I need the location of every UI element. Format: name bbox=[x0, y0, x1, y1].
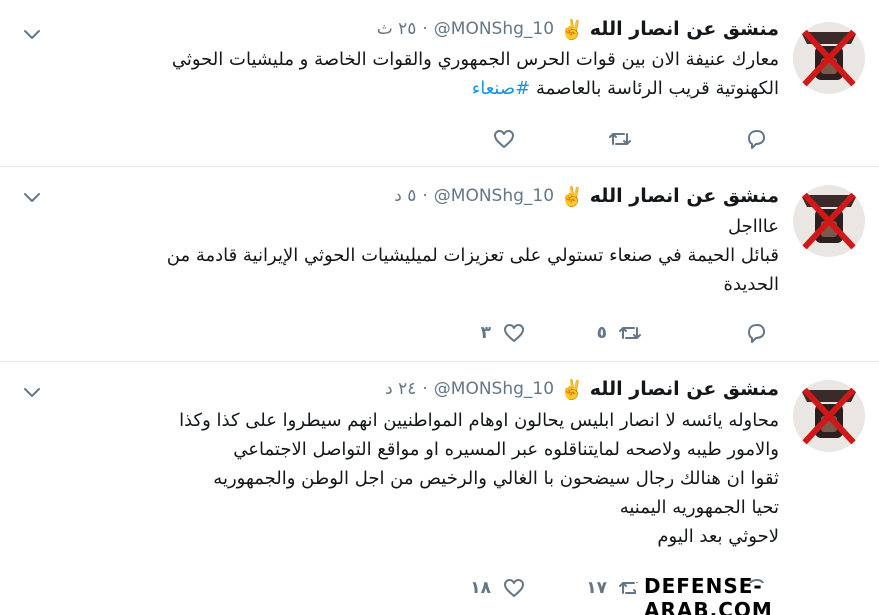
separator-dot: · bbox=[422, 186, 428, 206]
display-name[interactable]: منشق عن انصار الله bbox=[590, 378, 779, 400]
heart-icon bbox=[504, 324, 524, 342]
chevron-down-icon[interactable] bbox=[20, 185, 44, 209]
site-watermark: DEFENSE-ARAB.COM bbox=[636, 574, 879, 615]
chevron-down-icon[interactable] bbox=[20, 380, 44, 404]
like-button[interactable] bbox=[491, 124, 527, 154]
retweet-button[interactable]: ١٧ bbox=[586, 573, 643, 603]
user-handle[interactable]: @MONShg_10 bbox=[434, 19, 554, 39]
retweet-icon bbox=[609, 133, 631, 145]
victory-hand-emoji: ✌️ bbox=[560, 18, 584, 41]
reply-button[interactable] bbox=[743, 318, 779, 348]
avatar[interactable] bbox=[793, 22, 865, 94]
tweet-actions: ٥ ٣ bbox=[359, 318, 779, 348]
tweet-text-line: الكهنوتية قريب الرئاسة بالعاصمة #صنعاء bbox=[59, 74, 779, 103]
timestamp[interactable]: ٥ د bbox=[394, 186, 416, 206]
reply-button[interactable] bbox=[743, 124, 779, 154]
retweet-count: ٥ bbox=[596, 323, 607, 343]
reply-icon bbox=[748, 324, 765, 343]
tweet-text-line: والامور طيبه ولاصحه لمايتناقلوه عبر المس… bbox=[233, 439, 779, 460]
heart-icon bbox=[504, 579, 524, 597]
retweet-button[interactable] bbox=[607, 124, 643, 154]
retweet-icon bbox=[619, 327, 641, 339]
timestamp[interactable]: ٢٥ ث bbox=[377, 19, 417, 39]
tweet-text: محاوله يائسه لا انصار ابليس يحالون اوهام… bbox=[59, 406, 779, 551]
separator-dot: · bbox=[422, 19, 428, 39]
retweet-button[interactable]: ٥ bbox=[597, 318, 643, 348]
hashtag-link[interactable]: #صنعاء bbox=[472, 78, 530, 99]
tweet-text-line: لاحوثي بعد اليوم bbox=[657, 526, 779, 547]
tweet-feed: منشق عن انصار الله ✌️ @MONShg_10 · ٢٥ ث … bbox=[0, 0, 879, 615]
like-count: ٣ bbox=[480, 323, 491, 343]
timestamp[interactable]: ٢٤ د bbox=[385, 379, 416, 399]
like-button[interactable]: ٣ bbox=[481, 318, 527, 348]
tweet-text-line: تحيا الجمهوريه اليمنيه bbox=[619, 497, 779, 518]
reply-icon bbox=[748, 130, 765, 149]
like-button[interactable]: ١٨ bbox=[470, 573, 527, 603]
display-name[interactable]: منشق عن انصار الله bbox=[590, 185, 779, 207]
chevron-down-icon[interactable] bbox=[20, 22, 44, 46]
retweet-count: ١٧ bbox=[586, 578, 607, 598]
like-count: ١٨ bbox=[470, 578, 491, 598]
tweet-header: منشق عن انصار الله ✌️ @MONShg_10 · ٢٥ ث bbox=[377, 16, 779, 42]
separator-dot: · bbox=[422, 379, 428, 399]
tweet-text: معارك عنيفة الان بين قوات الحرس الجمهوري… bbox=[59, 45, 779, 103]
user-handle[interactable]: @MONShg_10 bbox=[434, 186, 554, 206]
victory-hand-emoji: ✌️ bbox=[560, 378, 584, 401]
victory-hand-emoji: ✌️ bbox=[560, 185, 584, 208]
tweet-text-line: الحديدة bbox=[723, 274, 779, 295]
tweet[interactable]: منشق عن انصار الله ✌️ @MONShg_10 · ٥ د ع… bbox=[0, 167, 879, 361]
tweet-text-line: ثقوا ان هنالك رجال سيضحون با الغالي والر… bbox=[213, 468, 779, 489]
avatar[interactable] bbox=[793, 185, 865, 257]
heart-icon bbox=[494, 130, 514, 148]
tweet-actions bbox=[359, 124, 779, 154]
tweet[interactable]: منشق عن انصار الله ✌️ @MONShg_10 · ٢٥ ث … bbox=[0, 0, 879, 166]
user-handle[interactable]: @MONShg_10 bbox=[434, 379, 554, 399]
avatar[interactable] bbox=[793, 380, 865, 452]
tweet-text-line: محاوله يائسه لا انصار ابليس يحالون اوهام… bbox=[179, 410, 779, 431]
tweet-text: عاااجل قبائل الحيمة في صنعاء تستولي على … bbox=[59, 212, 779, 299]
tweet-text-line: عاااجل bbox=[728, 216, 779, 237]
display-name[interactable]: منشق عن انصار الله bbox=[590, 18, 779, 40]
tweet-text-line: قبائل الحيمة في صنعاء تستولي على تعزيزات… bbox=[166, 245, 779, 266]
tweet-header: منشق عن انصار الله ✌️ @MONShg_10 · ٥ د bbox=[394, 183, 779, 209]
tweet-text-fragment: الكهنوتية قريب الرئاسة بالعاصمة bbox=[535, 78, 779, 99]
tweet-text-line: معارك عنيفة الان بين قوات الحرس الجمهوري… bbox=[171, 49, 779, 70]
tweet-header: منشق عن انصار الله ✌️ @MONShg_10 · ٢٤ د bbox=[385, 376, 779, 402]
